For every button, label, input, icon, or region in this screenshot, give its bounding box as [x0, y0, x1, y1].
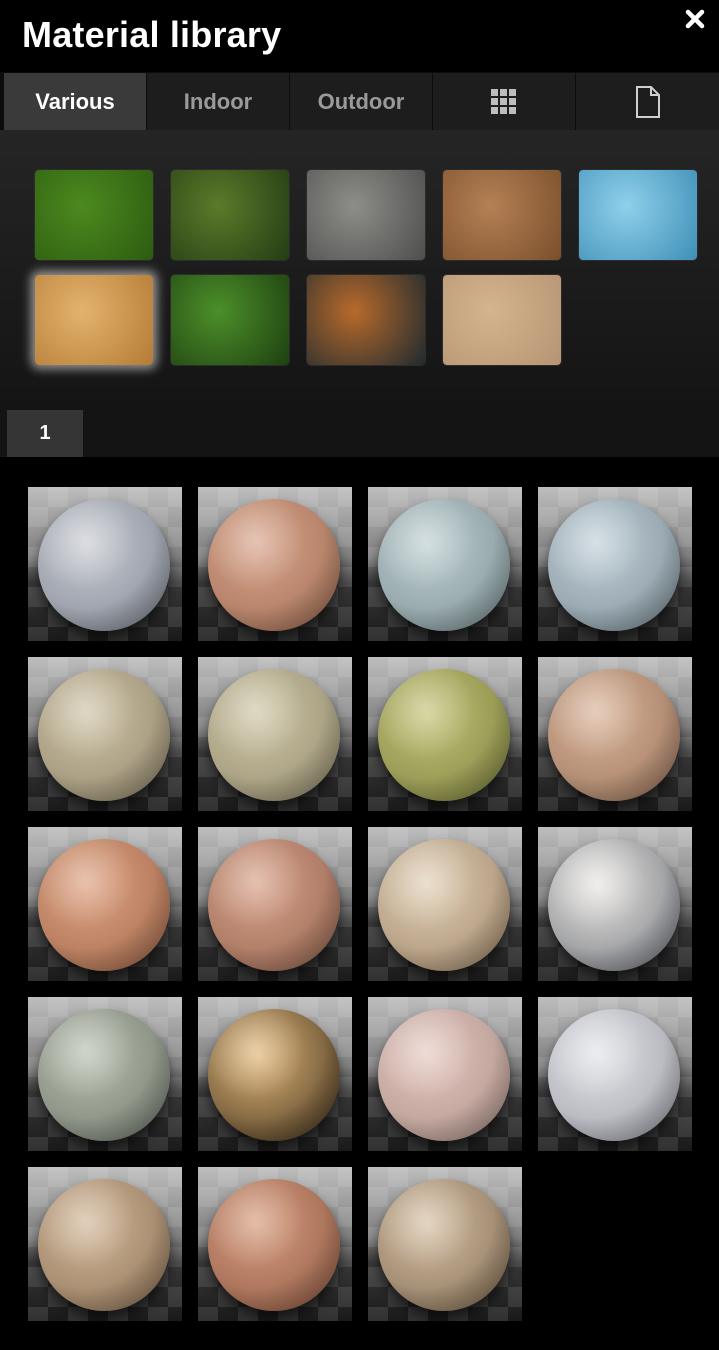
tab-indoor[interactable]: Indoor: [147, 73, 289, 130]
material-sphere: [38, 1179, 170, 1311]
material-sphere: [38, 499, 170, 631]
material-thumbnail[interactable]: [28, 487, 182, 641]
page-tab-1[interactable]: 1: [7, 410, 83, 457]
page-tabs: 1: [0, 410, 719, 457]
grid-icon: [491, 88, 516, 114]
material-sphere: [548, 669, 680, 801]
material-thumbnail[interactable]: [198, 487, 352, 641]
material-thumbnail[interactable]: [28, 657, 182, 811]
tab-document[interactable]: [576, 73, 719, 130]
material-sphere: [548, 839, 680, 971]
materials-grid: [0, 457, 719, 1350]
document-icon: [635, 85, 660, 118]
material-sphere: [38, 839, 170, 971]
swatch-stone-wall[interactable]: [307, 170, 425, 260]
material-sphere: [378, 1179, 510, 1311]
swatch-grass[interactable]: [35, 170, 153, 260]
swatch-wood-rings[interactable]: [35, 275, 153, 365]
material-sphere: [208, 669, 340, 801]
material-thumbnail[interactable]: [368, 1167, 522, 1321]
material-sphere: [208, 499, 340, 631]
material-thumbnail[interactable]: [368, 487, 522, 641]
swatch-soil[interactable]: [443, 170, 561, 260]
texture-swatches: [0, 130, 719, 410]
material-sphere: [548, 1009, 680, 1141]
material-thumbnail[interactable]: [538, 487, 692, 641]
material-thumbnail[interactable]: [538, 997, 692, 1151]
material-thumbnail[interactable]: [368, 657, 522, 811]
tab-outdoor[interactable]: Outdoor: [290, 73, 432, 130]
material-sphere: [38, 1009, 170, 1141]
swatch-foliage[interactable]: [171, 275, 289, 365]
material-thumbnail[interactable]: [368, 997, 522, 1151]
material-thumbnail[interactable]: [198, 1167, 352, 1321]
material-thumbnail[interactable]: [538, 827, 692, 981]
swatch-abstract-metal[interactable]: [307, 275, 425, 365]
material-thumbnail[interactable]: [28, 1167, 182, 1321]
material-sphere: [378, 1009, 510, 1141]
swatch-leaves[interactable]: [171, 170, 289, 260]
swatch-sand[interactable]: [443, 275, 561, 365]
material-thumbnail[interactable]: [198, 657, 352, 811]
tab-grid-view[interactable]: [433, 73, 575, 130]
material-sphere: [378, 839, 510, 971]
material-thumbnail[interactable]: [368, 827, 522, 981]
material-sphere: [378, 499, 510, 631]
material-sphere: [208, 1179, 340, 1311]
category-tabs: Various Indoor Outdoor: [4, 73, 719, 130]
title-bar: Material library: [0, 0, 719, 72]
material-thumbnail[interactable]: [198, 827, 352, 981]
material-thumbnail[interactable]: [28, 997, 182, 1151]
material-sphere: [208, 839, 340, 971]
material-thumbnail[interactable]: [198, 997, 352, 1151]
material-sphere: [548, 499, 680, 631]
material-library-panel: Material library Various Indoor Outdoor: [0, 0, 719, 1350]
close-icon[interactable]: [682, 6, 710, 34]
material-sphere: [38, 669, 170, 801]
material-sphere: [378, 669, 510, 801]
tab-various[interactable]: Various: [4, 73, 146, 130]
material-thumbnail[interactable]: [538, 657, 692, 811]
material-thumbnail[interactable]: [28, 827, 182, 981]
swatch-water[interactable]: [579, 170, 697, 260]
material-sphere: [208, 1009, 340, 1141]
window-title: Material library: [22, 14, 282, 55]
